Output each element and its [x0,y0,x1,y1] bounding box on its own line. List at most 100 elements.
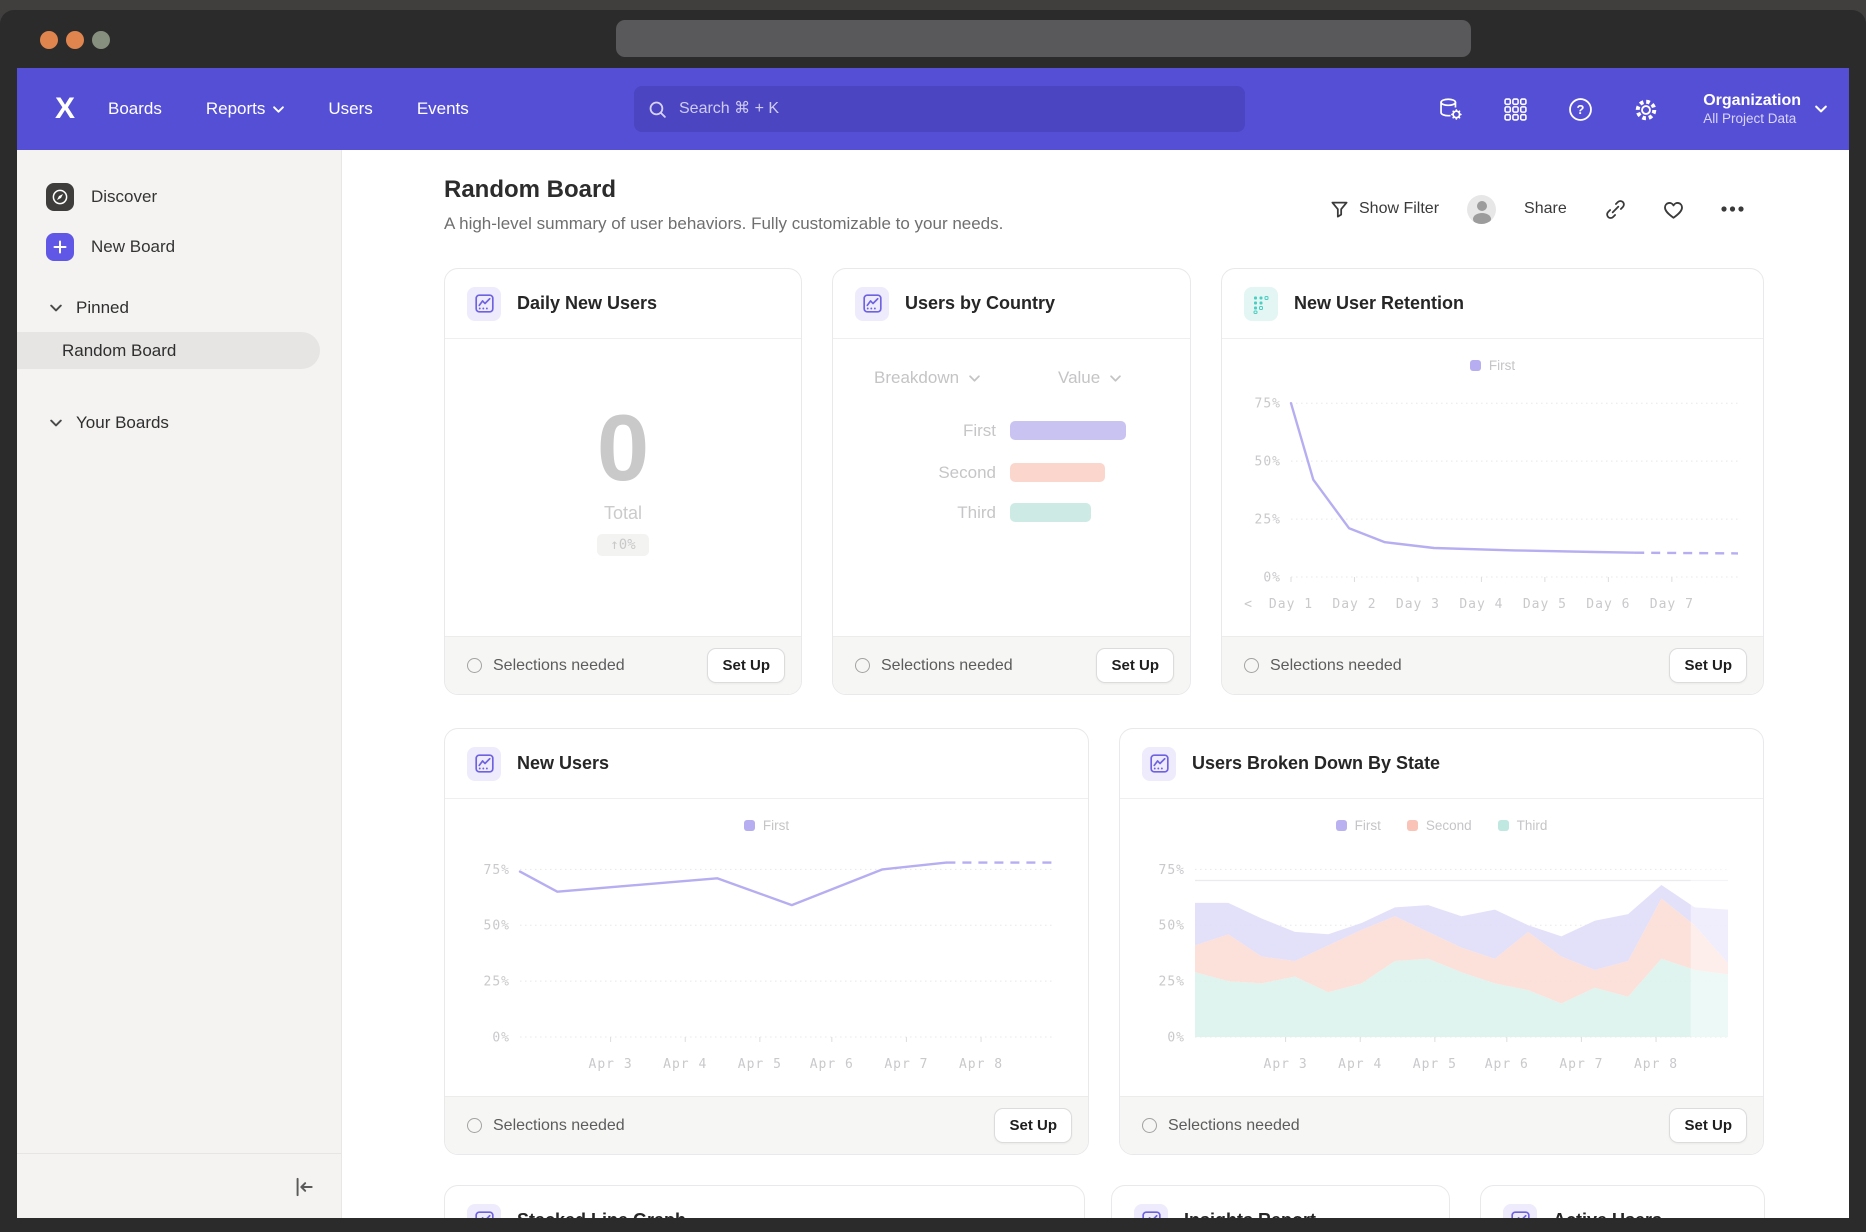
card-title: Users Broken Down By State [1192,753,1440,774]
card-new-user-retention: New User Retention First 75% 50% 25% 0% < Day… [1221,268,1764,695]
sidebar-section-your-boards[interactable]: Your Boards [50,413,169,433]
set-up-button[interactable]: Set Up [1669,1108,1747,1143]
card-title: Insights Report [1184,1210,1316,1218]
card-header: Insights Report [1112,1186,1449,1218]
window-zoom-button[interactable] [92,31,110,49]
svg-text:Apr 4: Apr 4 [1338,1057,1382,1072]
card-users-by-country: Users by Country Breakdown Value [832,268,1191,695]
settings-gear-icon[interactable] [1632,96,1659,123]
divider [17,1153,341,1154]
nav-item-reports[interactable]: Reports [206,99,285,119]
legend-swatch [1407,820,1418,831]
search-icon [648,100,667,119]
nav-right: ? Organization All Project Data [1437,68,1827,150]
nav-item-boards[interactable]: Boards [108,99,162,119]
card-body: First Second Third 75%50%25%0%Apr 3Apr 4… [1120,799,1763,1096]
bar-label: Second [938,463,996,483]
svg-text:<: < [1244,597,1253,612]
mixpanel-logo[interactable]: X [44,92,84,126]
section-label: Pinned [76,298,129,318]
dropdown-label: Breakdown [874,368,959,388]
more-options-icon[interactable] [1721,206,1744,212]
state-area-chart: 75%50%25%0%Apr 3Apr 4Apr 5Apr 6Apr 7Apr … [1131,837,1752,1077]
nav-item-label: Users [328,99,372,119]
card-title: New User Retention [1294,293,1464,314]
svg-text:0%: 0% [1263,571,1281,586]
nav-item-label: Reports [206,99,266,119]
radio-icon [467,1118,482,1133]
favorite-heart-icon[interactable] [1662,199,1685,220]
selections-needed-label: Selections needed [493,657,625,675]
legend-label: Second [1426,818,1472,833]
svg-text:75%: 75% [1255,397,1281,412]
retention-grid-icon [1244,287,1278,321]
window-minimize-button[interactable] [66,31,84,49]
chevron-down-icon [50,304,62,312]
browser-window: X Boards Reports Users Events [0,10,1866,1232]
svg-text:0%: 0% [1167,1031,1185,1046]
bar-row: First [833,421,1190,441]
value-dropdown[interactable]: Value [1058,368,1121,388]
copy-link-icon[interactable] [1605,199,1626,220]
bar-label: Third [957,503,996,523]
sidebar-item-discover[interactable]: Discover [46,183,157,211]
card-title: Active Users [1553,1210,1662,1218]
bar-third [1010,503,1091,522]
data-management-icon[interactable] [1437,96,1464,123]
card-header: Stacked Line Graph [445,1186,1084,1218]
set-up-button[interactable]: Set Up [707,648,785,683]
card-footer: Selections needed Set Up [445,1096,1088,1154]
breakdown-dropdown[interactable]: Breakdown [874,368,980,388]
sidebar-section-pinned[interactable]: Pinned [50,298,129,318]
nav-item-events[interactable]: Events [417,99,469,119]
legend-swatch [1336,820,1347,831]
show-filter-button[interactable]: Show Filter [1330,200,1439,219]
url-bar[interactable] [616,20,1471,57]
svg-text:75%: 75% [484,863,510,878]
radio-icon [855,658,870,673]
help-icon[interactable]: ? [1567,96,1594,123]
svg-text:Apr 8: Apr 8 [1634,1057,1678,1072]
line-chart-icon [855,287,889,321]
apps-grid-icon[interactable] [1502,96,1529,123]
legend-swatch [744,820,755,831]
window-close-button[interactable] [40,31,58,49]
card-title: Daily New Users [517,293,657,314]
card-title: New Users [517,753,609,774]
card-header: Users Broken Down By State [1120,729,1763,799]
chart-legend: First [445,813,1088,837]
legend-swatch [1470,360,1481,371]
search-input[interactable] [679,100,1231,118]
legend-label: First [763,818,789,833]
nav-item-users[interactable]: Users [328,99,372,119]
legend-item: Second [1407,818,1472,833]
screen: X Boards Reports Users Events [0,0,1866,1232]
sidebar-item-new-board[interactable]: New Board [46,233,175,261]
card-header: Active Users [1481,1186,1764,1218]
svg-text:Day 5: Day 5 [1523,597,1567,612]
chart-legend: First [1222,353,1763,377]
share-button[interactable]: Share [1524,200,1567,218]
metric-label: Total [445,503,801,524]
org-project: All Project Data [1703,111,1801,128]
card-body: 0 Total ↑0% [445,339,801,636]
org-switcher[interactable]: Organization All Project Data [1703,91,1827,128]
svg-text:50%: 50% [1255,455,1281,470]
set-up-button[interactable]: Set Up [1669,648,1747,683]
board-main: Random Board A high-level summary of use… [342,150,1849,1218]
svg-text:25%: 25% [1255,513,1281,528]
set-up-button[interactable]: Set Up [994,1108,1072,1143]
top-nav: X Boards Reports Users Events [17,68,1849,150]
svg-text:Day 6: Day 6 [1586,597,1630,612]
avatar[interactable] [1467,195,1496,224]
sidebar-item-label: New Board [91,237,175,257]
sidebar: Discover New Board Pinned Random Board [17,150,342,1218]
set-up-button[interactable]: Set Up [1096,648,1174,683]
search-bar[interactable] [634,86,1245,132]
line-chart-icon [467,1204,501,1219]
svg-text:Apr 6: Apr 6 [1485,1057,1529,1072]
sidebar-item-random-board[interactable]: Random Board [17,332,320,369]
chevron-down-icon [50,419,62,427]
legend-label: Third [1517,818,1548,833]
collapse-sidebar-icon[interactable] [288,1172,318,1202]
